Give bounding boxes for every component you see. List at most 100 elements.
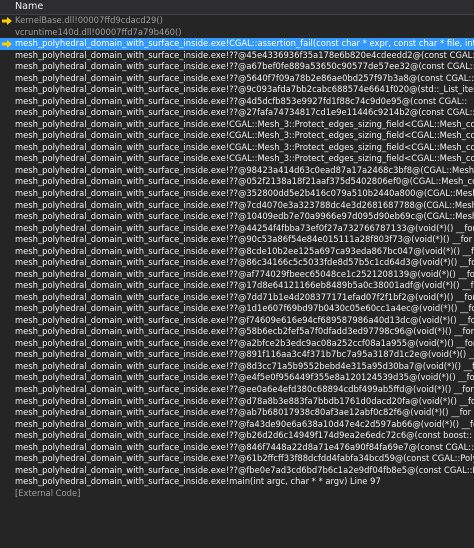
column-header[interactable]: Name (0, 0, 474, 15)
stack-frame-name: mesh_polyhedral_domain_with_surface_insi… (15, 464, 474, 475)
stack-frame-name: mesh_polyhedral_domain_with_surface_insi… (15, 61, 474, 72)
stack-frame-row[interactable]: mesh_polyhedral_domain_with_surface_insi… (0, 96, 474, 108)
stack-frame-name: mesh_polyhedral_domain_with_surface_insi… (15, 245, 474, 256)
stack-frame-row[interactable]: vcruntime140d.dll!00007ffd7a79b460() (0, 27, 474, 39)
stack-frame-name: mesh_polyhedral_domain_with_surface_insi… (15, 72, 474, 83)
row-gutter (0, 130, 15, 142)
stack-frame-row[interactable]: mesh_polyhedral_domain_with_surface_insi… (0, 223, 474, 235)
stack-frame-row[interactable]: mesh_polyhedral_domain_with_surface_insi… (0, 476, 474, 488)
external-code-row[interactable]: [External Code] (0, 488, 474, 500)
stack-frame-name: mesh_polyhedral_domain_with_surface_insi… (15, 268, 474, 279)
stack-frame-row[interactable]: mesh_polyhedral_domain_with_surface_insi… (0, 50, 474, 62)
row-gutter (0, 361, 15, 373)
stack-frame-row[interactable]: mesh_polyhedral_domain_with_surface_insi… (0, 269, 474, 281)
stack-frame-name: mesh_polyhedral_domain_with_surface_insi… (15, 314, 474, 325)
stack-frame-name: mesh_polyhedral_domain_with_surface_insi… (15, 430, 473, 441)
stack-frame-name: mesh_polyhedral_domain_with_surface_insi… (15, 84, 474, 95)
row-gutter (0, 476, 15, 488)
row-gutter (0, 396, 15, 408)
stack-frame-row[interactable]: mesh_polyhedral_domain_with_surface_insi… (0, 303, 474, 315)
stack-frame-row[interactable]: mesh_polyhedral_domain_with_surface_insi… (0, 280, 474, 292)
stack-frame-name: mesh_polyhedral_domain_with_surface_insi… (15, 476, 381, 487)
row-gutter (0, 223, 15, 235)
row-gutter (0, 84, 15, 96)
stack-frame-name: [External Code] (15, 487, 81, 498)
row-gutter (0, 119, 15, 131)
stack-frame-row[interactable]: mesh_polyhedral_domain_with_surface_insi… (0, 315, 474, 327)
stack-frame-row[interactable]: mesh_polyhedral_domain_with_surface_insi… (0, 188, 474, 200)
row-gutter (0, 419, 15, 431)
row-gutter (0, 211, 15, 223)
row-gutter (0, 303, 15, 315)
stack-frame-row[interactable]: mesh_polyhedral_domain_with_surface_insi… (0, 442, 474, 454)
stack-frame-name: mesh_polyhedral_domain_with_surface_insi… (15, 360, 474, 371)
stack-frame-row[interactable]: KernelBase.dll!00007ffd9cdacd29() (0, 15, 474, 27)
stack-frame-name: mesh_polyhedral_domain_with_surface_insi… (15, 199, 474, 210)
stack-frame-name: mesh_polyhedral_domain_with_surface_insi… (15, 153, 474, 164)
stack-frame-name: mesh_polyhedral_domain_with_surface_insi… (15, 234, 473, 245)
row-gutter (0, 176, 15, 188)
stack-frame-name: mesh_polyhedral_domain_with_surface_insi… (15, 187, 474, 198)
stack-frame-name: mesh_polyhedral_domain_with_surface_insi… (15, 372, 474, 383)
stack-frame-row[interactable]: mesh_polyhedral_domain_with_surface_insi… (0, 142, 474, 154)
row-gutter (0, 292, 15, 304)
stack-frame-name: mesh_polyhedral_domain_with_surface_insi… (15, 95, 468, 106)
row-gutter (0, 234, 15, 246)
row-gutter (0, 326, 15, 338)
stack-frame-row[interactable]: mesh_polyhedral_domain_with_surface_insi… (0, 361, 474, 373)
stack-frame-name: mesh_polyhedral_domain_with_surface_insi… (15, 291, 474, 302)
stack-frame-row[interactable]: mesh_polyhedral_domain_with_surface_insi… (0, 326, 474, 338)
row-gutter (0, 407, 15, 419)
stack-frame-name: KernelBase.dll!00007ffd9cdacd29() (15, 15, 163, 25)
stack-frame-name: mesh_polyhedral_domain_with_surface_insi… (15, 257, 474, 268)
stack-frame-row[interactable]: mesh_polyhedral_domain_with_surface_insi… (0, 384, 474, 396)
stack-frame-row[interactable]: mesh_polyhedral_domain_with_surface_insi… (0, 419, 474, 431)
stack-frame-row[interactable]: mesh_polyhedral_domain_with_surface_insi… (0, 349, 474, 361)
stack-frame-row[interactable]: mesh_polyhedral_domain_with_surface_insi… (0, 257, 474, 269)
row-gutter (0, 96, 15, 108)
stack-frame-row[interactable]: mesh_polyhedral_domain_with_surface_insi… (0, 246, 474, 258)
row-gutter (0, 200, 15, 212)
stack-frame-row[interactable]: mesh_polyhedral_domain_with_surface_insi… (0, 430, 474, 442)
stack-frame-name: mesh_polyhedral_domain_with_surface_insi… (15, 407, 472, 418)
row-gutter (0, 257, 15, 269)
stack-frame-row[interactable]: mesh_polyhedral_domain_with_surface_insi… (0, 153, 474, 165)
row-gutter (0, 384, 15, 396)
stack-frame-row[interactable]: mesh_polyhedral_domain_with_surface_insi… (0, 292, 474, 304)
stack-frame-name: mesh_polyhedral_domain_with_surface_insi… (15, 337, 474, 348)
stack-frame-row[interactable]: mesh_polyhedral_domain_with_surface_insi… (0, 211, 474, 223)
stack-frame-row[interactable]: mesh_polyhedral_domain_with_surface_insi… (0, 107, 474, 119)
stack-frame-row[interactable]: mesh_polyhedral_domain_with_surface_insi… (0, 372, 474, 384)
row-gutter (0, 38, 15, 50)
stack-frame-row[interactable]: mesh_polyhedral_domain_with_surface_insi… (0, 176, 474, 188)
row-gutter (0, 50, 15, 62)
call-frame-arrow-icon (2, 39, 12, 48)
stack-frame-row[interactable]: mesh_polyhedral_domain_with_surface_insi… (0, 200, 474, 212)
stack-frame-name: mesh_polyhedral_domain_with_surface_insi… (15, 49, 474, 60)
stack-frame-name: mesh_polyhedral_domain_with_surface_insi… (15, 176, 474, 187)
stack-frame-row[interactable]: mesh_polyhedral_domain_with_surface_insi… (0, 73, 474, 85)
stack-frame-row[interactable]: mesh_polyhedral_domain_with_surface_insi… (0, 130, 474, 142)
stack-frame-row[interactable]: mesh_polyhedral_domain_with_surface_insi… (0, 38, 474, 50)
row-gutter (0, 338, 15, 350)
row-gutter (0, 453, 15, 465)
stack-frame-row[interactable]: mesh_polyhedral_domain_with_surface_insi… (0, 396, 474, 408)
stack-frame-row[interactable]: mesh_polyhedral_domain_with_surface_insi… (0, 465, 474, 477)
stack-frame-row[interactable]: mesh_polyhedral_domain_with_surface_insi… (0, 338, 474, 350)
stack-frame-row[interactable]: mesh_polyhedral_domain_with_surface_insi… (0, 165, 474, 177)
stack-frame-name: mesh_polyhedral_domain_with_surface_insi… (15, 130, 474, 141)
call-stack-list: KernelBase.dll!00007ffd9cdacd29() vcrunti… (0, 15, 474, 499)
row-gutter (0, 349, 15, 361)
stack-frame-name: mesh_polyhedral_domain_with_surface_insi… (15, 395, 474, 406)
row-gutter (0, 61, 15, 73)
stack-frame-row[interactable]: mesh_polyhedral_domain_with_surface_insi… (0, 84, 474, 96)
stack-frame-row[interactable]: mesh_polyhedral_domain_with_surface_insi… (0, 453, 474, 465)
row-gutter (0, 153, 15, 165)
stack-frame-row[interactable]: mesh_polyhedral_domain_with_surface_insi… (0, 61, 474, 73)
stack-frame-row[interactable]: mesh_polyhedral_domain_with_surface_insi… (0, 119, 474, 131)
row-gutter (0, 27, 15, 39)
stack-frame-row[interactable]: mesh_polyhedral_domain_with_surface_insi… (0, 407, 474, 419)
row-gutter (0, 107, 15, 119)
stack-frame-name: mesh_polyhedral_domain_with_surface_insi… (15, 349, 474, 360)
stack-frame-row[interactable]: mesh_polyhedral_domain_with_surface_insi… (0, 234, 474, 246)
